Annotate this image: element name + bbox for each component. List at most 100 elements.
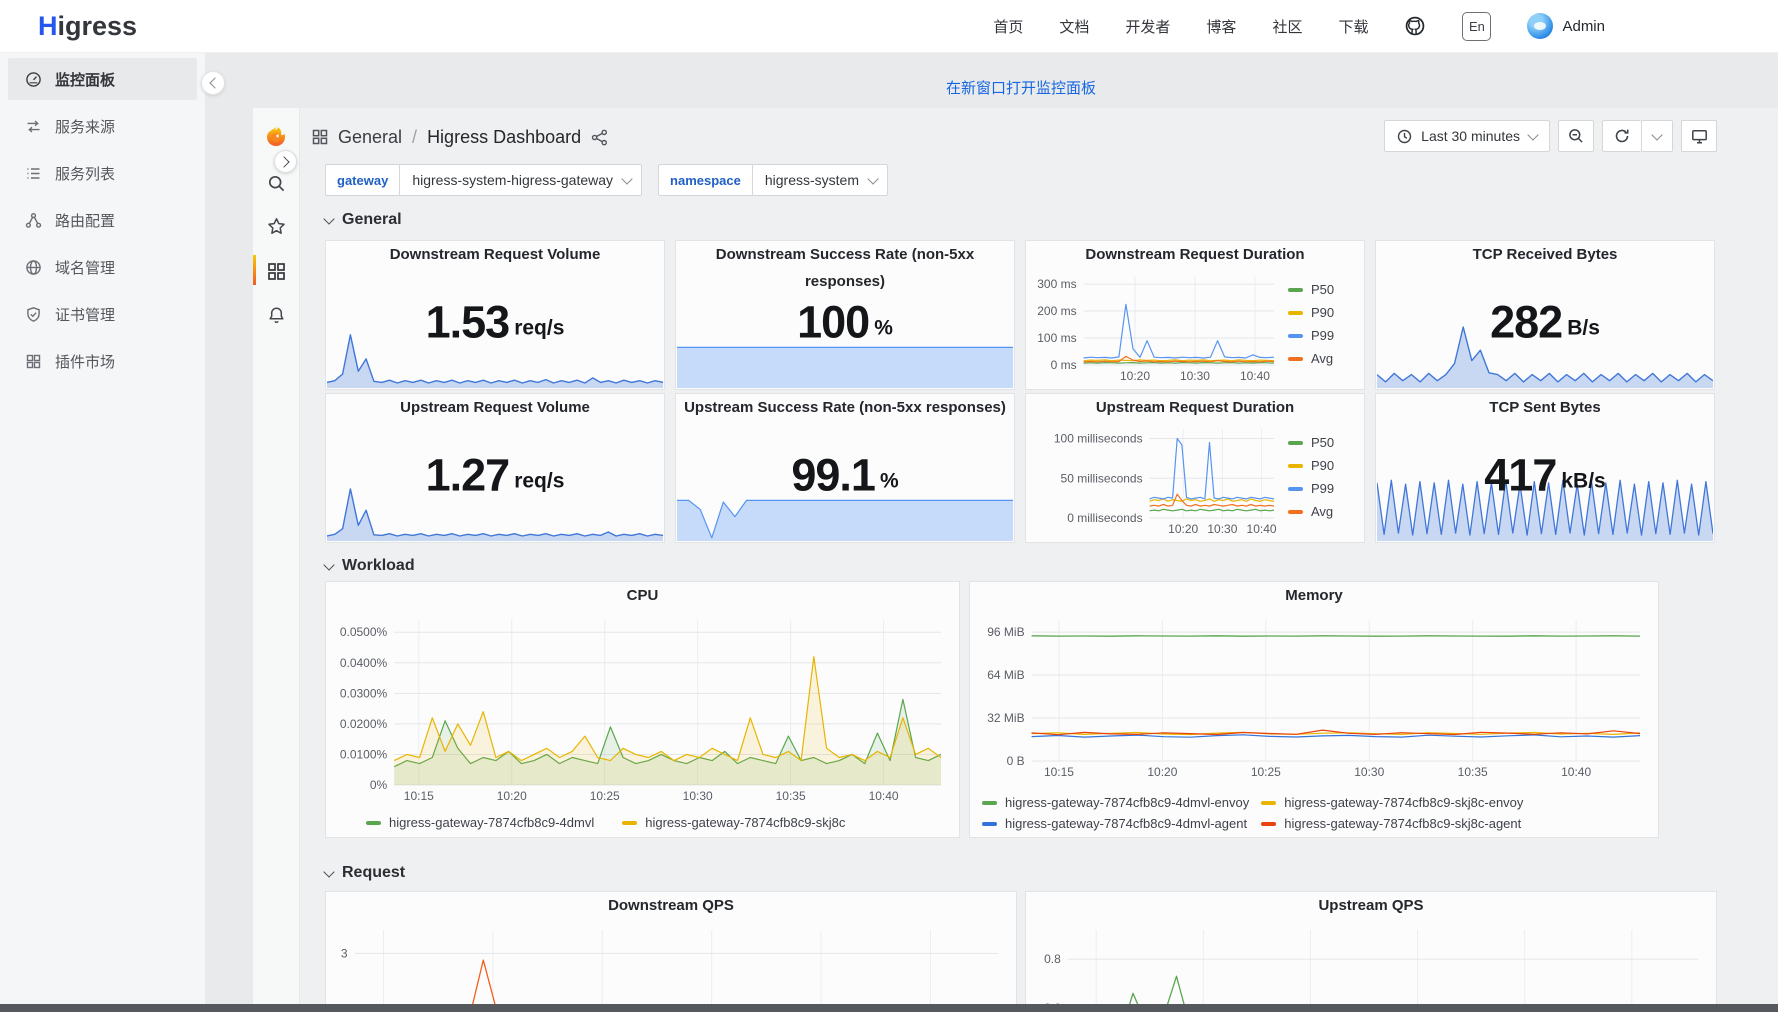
nav-home[interactable]: 首页	[993, 16, 1023, 37]
timeseries-chart[interactable]: 10:1510:2010:2510:3010:3510:400.80.60.40…	[1034, 922, 1706, 1004]
legend-item[interactable]: higress-gateway-7874cfb8c9-skj8c	[622, 815, 845, 830]
user-menu[interactable]: Admin	[1527, 13, 1605, 39]
panel-title[interactable]: TCP Sent Bytes	[1376, 394, 1714, 421]
sidebar-item-service-source[interactable]: 服务来源	[8, 105, 197, 147]
sidebar-item-domain-management[interactable]: 域名管理	[8, 246, 197, 288]
legend-swatch	[1261, 801, 1276, 805]
open-dashboard-link[interactable]: 在新窗口打开监控面板	[325, 77, 1717, 98]
legend-item[interactable]: higress-gateway-7874cfb8c9-4dmvl-envoy	[982, 795, 1249, 810]
legend-item[interactable]: Avg	[1288, 504, 1360, 519]
panel-title[interactable]: Upstream Request Volume	[326, 394, 664, 421]
timeseries-chart[interactable]: 10:1510:2010:2510:3010:3510:403210	[334, 922, 1006, 1004]
chart-legend: P50 P90 P99 Avg	[1282, 268, 1360, 385]
breadcrumb-dashboard-title[interactable]: Higress Dashboard	[427, 127, 581, 148]
nav-community[interactable]: 社区	[1272, 16, 1302, 37]
panel-title[interactable]: CPU	[326, 582, 959, 609]
stat-number: 417	[1484, 453, 1556, 498]
panel-title[interactable]: Upstream QPS	[1026, 892, 1716, 919]
sidebar-collapse-button[interactable]	[201, 71, 225, 95]
nav-blog[interactable]: 博客	[1206, 16, 1236, 37]
timeseries-chart[interactable]: 10:1510:2010:2510:3010:3510:400 B32 MiB6…	[978, 612, 1648, 781]
sidebar-item-route-config[interactable]: 路由配置	[8, 199, 197, 241]
time-range-picker[interactable]: Last 30 minutes	[1384, 120, 1550, 152]
monitor-icon	[1691, 128, 1708, 145]
section-workload[interactable]: Workload	[325, 554, 415, 578]
series-line	[1150, 439, 1274, 499]
list-icon	[25, 165, 42, 182]
route-icon	[25, 212, 42, 229]
nav-download[interactable]: 下载	[1338, 16, 1368, 37]
series-line	[1084, 363, 1274, 364]
stat-unit: req/s	[514, 470, 564, 494]
timeseries-chart[interactable]: 10:2010:3010:400 ms100 ms200 ms300 ms	[1030, 268, 1282, 385]
sidebar-item-label: 服务列表	[55, 163, 115, 184]
panel-title[interactable]: Downstream Success Rate (non-5xx respons…	[676, 241, 1014, 268]
share-icon[interactable]	[591, 129, 608, 146]
upstream_qps-svg: 10:1510:2010:2510:3010:3510:400.80.60.40…	[1034, 922, 1706, 1004]
sidebar-item-service-list[interactable]: 服务列表	[8, 152, 197, 194]
grafana-logo-icon[interactable]	[253, 123, 299, 153]
section-title: Workload	[342, 557, 415, 575]
nav-developer[interactable]: 开发者	[1125, 16, 1170, 37]
panel-title[interactable]: Downstream QPS	[326, 892, 1016, 919]
variable-gateway-select[interactable]: higress-system-higress-gateway	[400, 164, 642, 196]
legend-item[interactable]: P99	[1288, 328, 1360, 343]
github-icon[interactable]	[1404, 15, 1426, 37]
alerting-bell-icon[interactable]	[253, 300, 299, 330]
refresh-interval-button[interactable]	[1641, 120, 1673, 152]
panel-title[interactable]: Upstream Success Rate (non-5xx responses…	[676, 394, 1014, 421]
series-line	[1084, 360, 1274, 361]
chevron-down-icon	[323, 213, 334, 224]
grafana-sidebar-expand-button[interactable]	[274, 150, 297, 173]
legend-item[interactable]: higress-gateway-7874cfb8c9-skj8c-agent	[1261, 816, 1523, 831]
legend-swatch	[982, 822, 997, 826]
panel-memory: Memory 10:1510:2010:2510:3010:3510:400 B…	[969, 581, 1659, 838]
panel-title[interactable]: TCP Received Bytes	[1376, 241, 1714, 268]
sidebar-item-plugin-market[interactable]: 插件市场	[8, 340, 197, 382]
timeseries-chart[interactable]: 10:2010:3010:400 milliseconds50 millisec…	[1030, 421, 1282, 538]
panel-title[interactable]: Downstream Request Volume	[326, 241, 664, 268]
language-label: En	[1469, 19, 1485, 34]
legend-item[interactable]: higress-gateway-7874cfb8c9-skj8c-envoy	[1261, 795, 1523, 810]
breadcrumb-folder[interactable]: General	[338, 127, 402, 148]
refresh-button[interactable]	[1602, 120, 1641, 152]
grafana-dashboard: General / Higress Dashboard Last 30 minu…	[253, 108, 1778, 1004]
timeseries-chart[interactable]: 10:1510:2010:2510:3010:3510:400%0.0100%0…	[334, 612, 949, 805]
panel-title[interactable]: Downstream Request Duration	[1026, 241, 1364, 268]
breadcrumb-separator: /	[412, 127, 417, 148]
legend-item[interactable]: higress-gateway-7874cfb8c9-4dmvl	[366, 815, 594, 830]
legend-item[interactable]: P90	[1288, 458, 1360, 473]
legend-swatch	[1288, 334, 1303, 338]
stat-number: 1.27	[426, 453, 510, 498]
nav-docs[interactable]: 文档	[1059, 16, 1089, 37]
kiosk-mode-button[interactable]	[1681, 120, 1717, 152]
stat-number: 99.1	[791, 453, 875, 498]
section-title: General	[342, 211, 402, 229]
memory-svg: 10:1510:2010:2510:3010:3510:400 B32 MiB6…	[978, 612, 1648, 781]
stat-number: 100	[797, 300, 869, 345]
section-request[interactable]: Request	[325, 861, 405, 885]
panel-title[interactable]: Upstream Request Duration	[1026, 394, 1364, 421]
sidebar-item-certificate-management[interactable]: 证书管理	[8, 293, 197, 335]
legend-label: P99	[1311, 328, 1334, 343]
dashboards-icon[interactable]	[253, 256, 299, 286]
language-toggle[interactable]: En	[1462, 12, 1491, 41]
x-axis-label: 10:40	[1561, 765, 1591, 779]
section-general[interactable]: General	[325, 208, 402, 232]
higress-logo[interactable]: Higress	[38, 11, 137, 42]
y-axis-label: 100 ms	[1037, 331, 1076, 345]
legend-item[interactable]: Avg	[1288, 351, 1360, 366]
legend-item[interactable]: higress-gateway-7874cfb8c9-4dmvl-agent	[982, 816, 1249, 831]
zoom-out-button[interactable]	[1558, 120, 1594, 152]
y-axis-label: 0.8	[1044, 952, 1061, 966]
star-icon[interactable]	[253, 211, 299, 241]
legend-item[interactable]: P50	[1288, 435, 1360, 450]
sidebar-item-monitor-panel[interactable]: 监控面板	[8, 58, 197, 100]
legend-item[interactable]: P90	[1288, 305, 1360, 320]
variable-namespace-select[interactable]: higress-system	[753, 164, 888, 196]
panel-title[interactable]: Memory	[970, 582, 1658, 609]
search-icon[interactable]	[253, 168, 299, 198]
legend-item[interactable]: P50	[1288, 282, 1360, 297]
y-axis-label: 100 milliseconds	[1054, 432, 1143, 446]
legend-item[interactable]: P99	[1288, 481, 1360, 496]
